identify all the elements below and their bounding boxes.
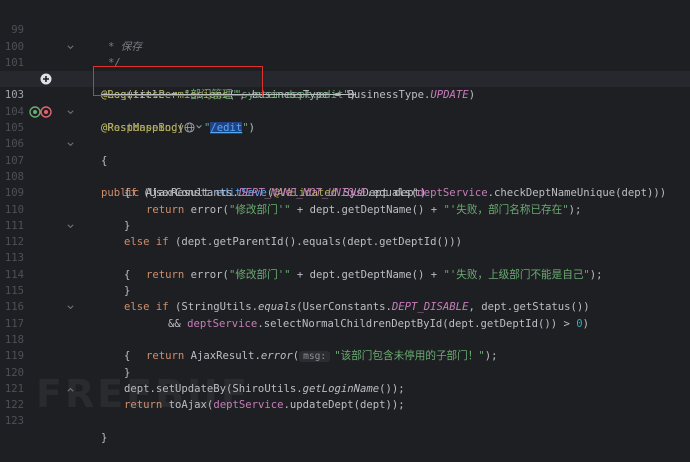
- endpoint-gutter-icon[interactable]: [40, 73, 52, 85]
- code-line[interactable]: 106 {: [0, 120, 690, 166]
- fold-chevron-icon[interactable]: [66, 43, 75, 52]
- fold-chevron-icon[interactable]: [66, 108, 75, 117]
- code-line[interactable]: 107 if (UserConstants.DEPT_NAME_NOT_UNIQ…: [0, 136, 690, 199]
- code-line[interactable]: 112 {: [0, 218, 690, 281]
- fold-chevron-icon[interactable]: [66, 222, 75, 231]
- code-line[interactable]: 113 return error("修改部门'" + dept.getDeptN…: [0, 234, 690, 280]
- code-line[interactable]: 110 }: [0, 185, 690, 232]
- code-editor[interactable]: 99 * 保存 100 */ 101 @Log(title = "部门管理", …: [0, 0, 690, 444]
- code-line[interactable]: 119 }: [0, 332, 690, 378]
- code-line[interactable]: 118 return AjaxResult.error(msg: "该部门包含未停…: [0, 316, 690, 363]
- code-line[interactable]: 99 * 保存: [0, 6, 690, 52]
- code-line[interactable]: 111 else if (dept.getParentId().equals(d…: [0, 202, 690, 248]
- code-line[interactable]: 117 {: [0, 299, 690, 362]
- code-line[interactable]: 114 }: [0, 251, 690, 297]
- code-line[interactable]: 115 else if (StringUtils.equals(UserCons…: [0, 267, 690, 313]
- code-line[interactable]: 108 {: [0, 153, 690, 199]
- code-line[interactable]: 116 && deptService.selectNormalChildrenD…: [0, 283, 690, 329]
- code-line[interactable]: 109 return error("修改部门'" + dept.getDeptN…: [0, 169, 690, 215]
- code-line[interactable]: 101 @Log(title = "部门管理", businessType = …: [0, 39, 690, 101]
- code-text: }: [101, 431, 108, 444]
- code-line[interactable]: 105 public AjaxResult editSave(@Validate…: [0, 104, 690, 199]
- code-line[interactable]: 120 dept.setUpdateBy(ShiroUtils.getLogin…: [0, 348, 690, 395]
- highlight-annotation-box: [93, 66, 263, 96]
- code-line[interactable]: 100 */: [0, 22, 690, 69]
- watermark-logo: FREEBUF: [36, 372, 250, 416]
- fold-chevron-icon[interactable]: [66, 140, 75, 149]
- debug-gutter-icon[interactable]: [40, 106, 52, 118]
- fold-chevron-icon[interactable]: [66, 303, 75, 312]
